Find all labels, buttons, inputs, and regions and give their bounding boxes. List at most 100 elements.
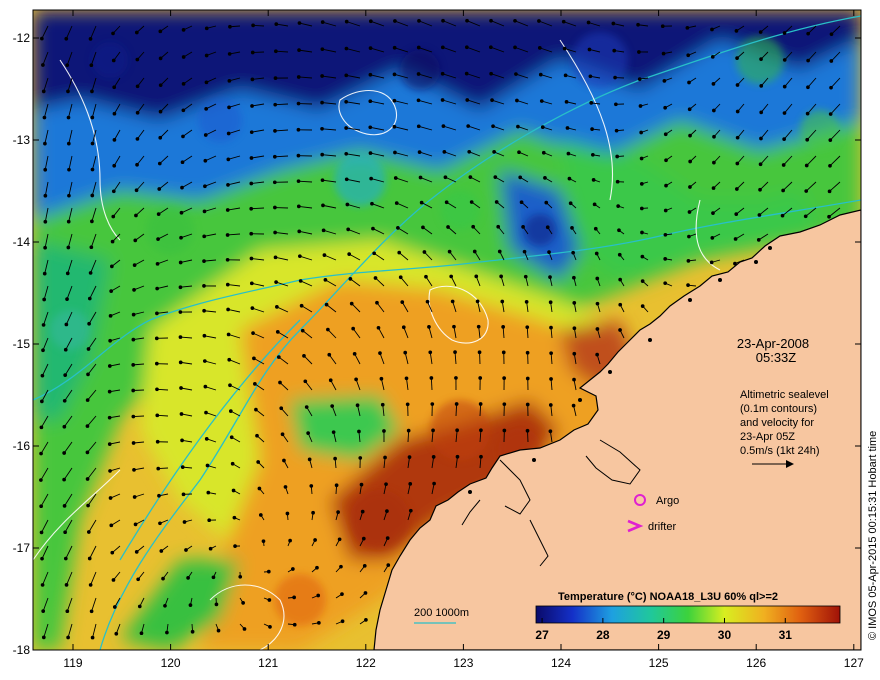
velocity-arrow-head — [225, 257, 230, 262]
velocity-arrow-head — [360, 509, 365, 514]
velocity-arrow-head — [525, 428, 530, 433]
velocity-arrow-head — [416, 124, 421, 129]
velocity-arrow-head — [443, 175, 448, 180]
velocity-arrow-head — [687, 210, 692, 214]
velocity-arrow-head — [417, 19, 421, 23]
velocity-arrow-head — [42, 271, 47, 276]
velocity-arrow-head — [178, 360, 183, 365]
velocity-arrow-head — [208, 546, 213, 551]
velocity-arrow-head — [710, 236, 715, 240]
velocity-arrow-head — [321, 228, 326, 233]
velocity-arrow-head — [502, 402, 507, 407]
velocity-arrow-head — [279, 406, 284, 411]
velocity-arrow-head — [154, 361, 159, 366]
velocity-arrow-head — [272, 154, 277, 159]
velocity-arrow-head — [285, 511, 290, 516]
velocity-arrow-head — [428, 350, 433, 355]
velocity-arrow-head — [320, 152, 325, 157]
colorbar-tick-label: 29 — [657, 628, 671, 642]
velocity-arrow-head — [431, 455, 436, 459]
velocity-arrow-head — [179, 386, 183, 390]
velocity-arrow-head — [111, 31, 115, 36]
velocity-arrow-head — [227, 78, 232, 83]
velocity-arrow-head — [359, 482, 364, 487]
velocity-arrow-head — [567, 176, 572, 181]
velocity-arrow-head — [639, 130, 644, 135]
velocity-arrow-head — [63, 556, 68, 561]
velocity-arrow-head — [394, 201, 399, 205]
velocity-arrow-head — [735, 83, 740, 87]
velocity-arrow-head — [134, 550, 139, 554]
velocity-arrow-head — [203, 184, 207, 189]
colorbar — [535, 605, 841, 624]
x-tick-label: 123 — [453, 656, 473, 670]
velocity-arrow-head — [292, 622, 297, 627]
velocity-arrow-head — [572, 275, 576, 280]
velocity-arrow-head — [273, 102, 278, 107]
velocity-arrow-head — [297, 48, 301, 52]
velocity-arrow-head — [688, 159, 693, 164]
velocity-arrow-head — [62, 424, 67, 429]
velocity-arrow-head — [686, 258, 691, 263]
velocity-arrow-head — [110, 264, 114, 269]
velocity-arrow-head — [515, 98, 519, 103]
velocity-arrow-head — [255, 433, 259, 438]
velocity-arrow-head — [331, 430, 336, 435]
velocity-arrow-head — [613, 75, 617, 80]
velocity-arrow-head — [427, 324, 431, 329]
velocity-arrow-head — [41, 635, 46, 640]
velocity-arrow-head — [39, 425, 44, 430]
velocity-arrow-head — [41, 63, 45, 67]
velocity-arrow-head — [344, 151, 349, 156]
velocity-arrow-head — [393, 150, 397, 155]
velocity-arrow-head — [829, 59, 834, 63]
velocity-arrow-head — [90, 141, 95, 146]
velocity-arrow-head — [564, 99, 569, 104]
velocity-arrow-head — [375, 300, 379, 305]
velocity-arrow-head — [595, 352, 599, 357]
velocity-arrow-head — [759, 110, 764, 115]
velocity-arrow-head — [41, 323, 46, 327]
velocity-arrow-head — [251, 331, 255, 336]
velocity-arrow-head — [417, 150, 422, 154]
velocity-arrow-head — [135, 162, 139, 167]
velocity-arrow-head — [249, 281, 254, 286]
velocity-arrow-head — [571, 250, 575, 255]
velocity-arrow-head — [297, 21, 302, 25]
velocity-arrow-head — [639, 156, 644, 161]
velocity-arrow-head — [207, 518, 212, 523]
velocity-arrow-head — [572, 377, 576, 382]
y-tick-label: -13 — [13, 133, 31, 147]
velocity-arrow-head — [781, 188, 785, 193]
velocity-arrow-head — [386, 563, 391, 567]
velocity-arrow-head — [330, 404, 335, 408]
velocity-arrow-head — [178, 260, 183, 265]
velocity-arrow-head — [735, 135, 740, 140]
velocity-arrow-head — [227, 52, 232, 56]
velocity-arrow-head — [296, 127, 301, 132]
velocity-arrow-head — [337, 537, 342, 542]
velocity-arrow-head — [513, 45, 517, 50]
velocity-arrow-head — [188, 603, 193, 608]
velocity-arrow-head — [40, 583, 45, 587]
velocity-arrow-head — [89, 63, 94, 68]
velocity-arrow-head — [344, 99, 349, 104]
velocity-arrow-head — [90, 219, 94, 224]
velocity-arrow-head — [488, 45, 493, 50]
velocity-arrow-head — [184, 548, 188, 552]
velocity-arrow-head — [109, 523, 114, 528]
velocity-arrow-head — [618, 328, 622, 332]
velocity-arrow-head — [640, 254, 645, 259]
velocity-arrow-head — [280, 432, 285, 437]
velocity-arrow-head — [206, 490, 211, 495]
velocity-arrow-head — [408, 508, 413, 513]
velocity-arrow-head — [66, 89, 70, 94]
velocity-arrow-head — [233, 544, 237, 548]
x-tick-label: 124 — [551, 656, 571, 670]
velocity-arrow-head — [440, 71, 445, 76]
velocity-arrow-head — [382, 429, 386, 433]
velocity-arrow-head — [385, 509, 389, 513]
velocity-arrow-head — [355, 403, 360, 408]
velocity-arrow-head — [256, 460, 261, 464]
velocity-arrow-head — [249, 130, 254, 135]
